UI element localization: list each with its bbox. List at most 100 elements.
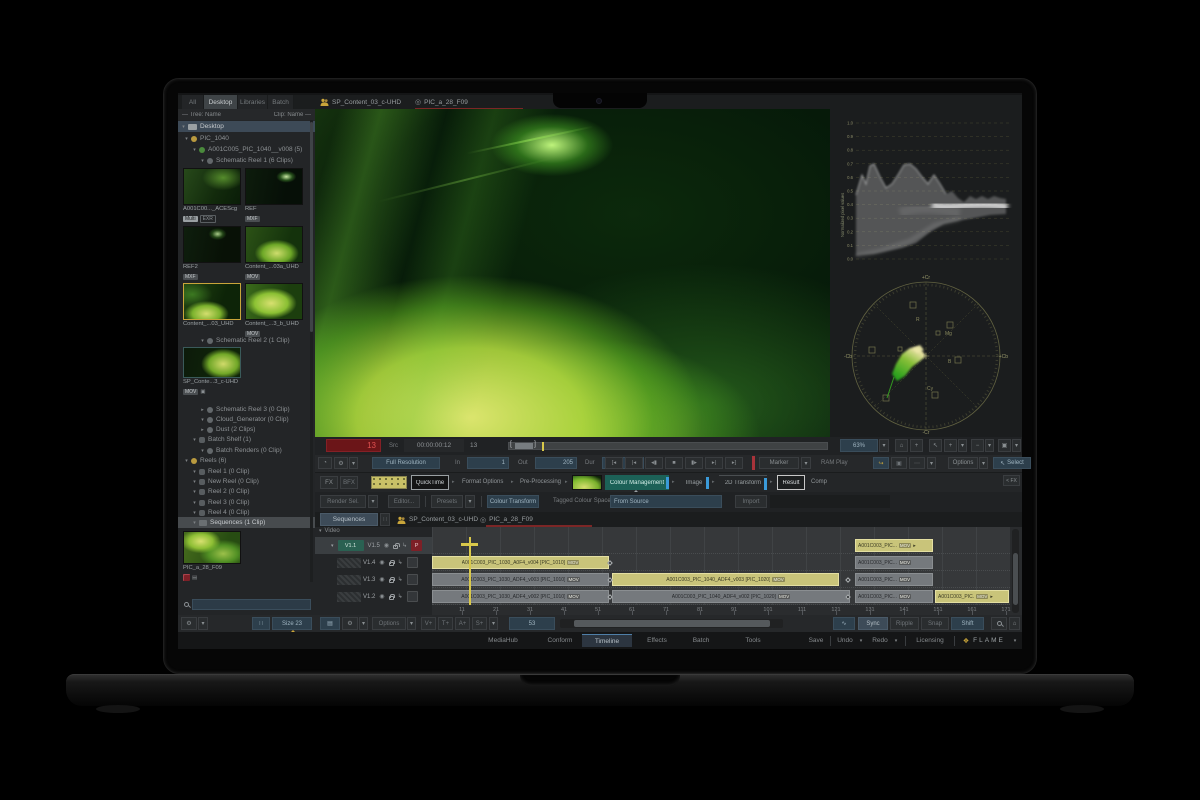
chevron-down-icon[interactable]: ▾ [199, 158, 206, 164]
tagged-colour-space-field[interactable]: From Source [610, 495, 722, 508]
sidebar-scrollbar[interactable] [310, 120, 313, 582]
clip-thumbnail-spcontent[interactable]: SP_Conte...3_c-UHD MOV ▣ [183, 347, 243, 396]
next-cut-button[interactable]: ▸| [705, 457, 723, 469]
fx-node-comp[interactable]: Comp [811, 479, 827, 485]
nav-effects[interactable]: Effects [640, 634, 674, 647]
primary-track-slot[interactable] [406, 574, 418, 585]
scrollbar-thumb[interactable] [1013, 553, 1018, 605]
in-field[interactable]: 1 [467, 457, 509, 469]
fx-node-preprocessing[interactable]: Pre-Processing [520, 479, 561, 485]
tree-item-desktop[interactable]: ▾ Desktop [178, 121, 315, 132]
sequences-button[interactable]: Sequences [320, 513, 378, 526]
primary-track-slot[interactable] [406, 557, 418, 568]
chevron-down-icon[interactable]: ▾ [331, 543, 334, 549]
timeline-clip[interactable]: A001C003_PIC... MOV [855, 590, 933, 603]
brand-dropdown[interactable]: ▾ [1010, 634, 1020, 647]
chevron-down-icon[interactable]: ▾ [199, 338, 206, 344]
clip-thumbnail-aces[interactable]: A001C00..._ACEScg Multi EXR [183, 168, 243, 223]
nav-timeline[interactable]: Timeline [582, 634, 632, 647]
timeline-tab-sp-content[interactable]: SP_Content_03_c-UHD [397, 513, 478, 527]
tab-desktop[interactable]: Desktop [204, 95, 238, 109]
playhead-handle[interactable] [461, 543, 478, 546]
editor-button[interactable]: Editor... [388, 495, 420, 508]
clip-thumbnail-pic-a-28[interactable]: PIC_a_28_F09 ▤ [183, 531, 243, 582]
nav-batch[interactable]: Batch [686, 634, 716, 647]
import-button[interactable]: Import [735, 495, 767, 508]
track-header-v15[interactable]: ▾ V1.1 V1.5 ◉ ↳ P [315, 537, 432, 554]
timeline-clip[interactable]: A001C003_PIC_1040_ADF4_v002 [PIC_1020] M… [612, 590, 850, 603]
previous-cut-button[interactable]: |◂ [625, 457, 643, 469]
timeline-clip[interactable]: A001C003_PIC. MOV ▸ [935, 590, 1009, 603]
zoom-counter-field[interactable]: 53 [509, 617, 555, 630]
follow-icon[interactable]: ↳ [398, 576, 403, 583]
render-selection-dropdown[interactable]: ▾ [368, 495, 378, 508]
timeline-clip[interactable]: A001C003_PIC_1030_A0F4_v004 [PIC_1010] M… [432, 556, 609, 569]
jump-start-button[interactable]: [◂ [605, 457, 623, 469]
timeline-home-button[interactable]: ⌂ [1009, 617, 1020, 630]
chevron-down-icon[interactable]: ▾ [183, 136, 190, 142]
redo-dropdown[interactable]: ▾ [892, 634, 900, 647]
chevron-down-icon[interactable]: ▾ [191, 147, 198, 153]
nav-tools[interactable]: Tools [738, 634, 768, 647]
options-dropdown[interactable]: ▾ [979, 457, 988, 469]
timeline-clip[interactable]: A001C003_PIC_1030_ADF4_v002 [PIC_1010] M… [432, 590, 609, 603]
crosshair-tool-button[interactable]: + [944, 439, 957, 452]
ram-play-label[interactable]: RAM Play [821, 460, 848, 466]
licensing-button[interactable]: Licensing [910, 634, 950, 647]
timeline-options-button[interactable]: Options [372, 617, 406, 630]
eye-icon[interactable]: ◉ [379, 593, 384, 600]
crosshair-dropdown[interactable]: ▾ [958, 439, 967, 452]
sync-button[interactable]: Sync [858, 617, 888, 630]
timeline-clip[interactable]: A001C003_PIC... MOV [855, 573, 933, 586]
tree-item-batch-shelf[interactable]: ▾ Batch Shelf (1) [178, 434, 315, 445]
thumbnail-size-button[interactable]: Size 23 [272, 617, 312, 630]
timeline-horizontal-scrollbar[interactable] [560, 619, 783, 628]
fx-node-quicktime[interactable]: QuickTime [411, 475, 449, 490]
current-version-badge[interactable]: V1.1 [337, 540, 364, 551]
chevron-down-icon[interactable]: ▾ [183, 458, 190, 464]
chevron-down-icon[interactable]: ▾ [191, 510, 198, 516]
chevron-right-icon[interactable]: ▸ [199, 427, 206, 433]
display-options-dropdown[interactable]: ▾ [927, 457, 936, 469]
stop-button[interactable]: ■ [665, 457, 683, 469]
primary-track-slot[interactable] [406, 591, 418, 602]
clip-thumbnail-content3b[interactable]: Content_...3_b_UHD MOV [245, 283, 305, 338]
current-frame-field[interactable]: 13 [326, 439, 381, 452]
chevron-down-icon[interactable]: ▾ [191, 489, 198, 495]
timeline-clip[interactable]: A001C003_PIC_1030_ADF4_v003 [PIC_1010] M… [432, 573, 609, 586]
snap-button[interactable]: Snap [921, 617, 949, 630]
viewer-image[interactable] [315, 109, 830, 437]
display-options-button[interactable]: ⋯ [909, 457, 925, 469]
options-button[interactable]: Options [948, 457, 978, 469]
chevron-down-icon[interactable]: ▾ [199, 417, 206, 423]
undo-button[interactable]: Undo [833, 634, 857, 647]
loop-mode-button[interactable]: ↪ [873, 457, 889, 469]
add-subtitle-track-button[interactable]: S+ [472, 617, 487, 630]
lock-icon[interactable] [388, 559, 396, 566]
chevron-down-icon[interactable]: ▾ [191, 479, 198, 485]
import-path-field[interactable] [770, 495, 890, 508]
clip-name-header[interactable]: Clip: Name — [274, 112, 311, 118]
source-timecode-field[interactable]: 00:00:00:12 [404, 439, 464, 452]
tree-item-pic-1040[interactable]: ▾ PIC_1040 [178, 133, 315, 144]
gear-dropdown[interactable]: ▾ [198, 617, 208, 630]
tab-libraries[interactable]: Libraries [238, 95, 268, 109]
pan-button[interactable]: + [910, 439, 923, 452]
viewer-tab-sp-content[interactable]: SP_Content_03_c-UHD [320, 95, 401, 109]
tree-item-schematic-reel-2[interactable]: ▾ Schematic Reel 2 (1 Clip) [178, 335, 315, 346]
tab-batch[interactable]: Batch [268, 95, 294, 109]
fx-node-colour-management[interactable]: Colour Management [605, 475, 669, 490]
presets-dropdown[interactable]: ▾ [465, 495, 475, 508]
eye-icon[interactable]: ◉ [379, 559, 384, 566]
clip-thumbnail-ref2[interactable]: REF2 MXF [183, 226, 243, 281]
add-text-track-button[interactable]: T+ [438, 617, 453, 630]
nav-conform[interactable]: Conform [542, 634, 578, 647]
track-view-button[interactable]: ▤ [320, 617, 340, 630]
timeline-search-button[interactable] [991, 617, 1007, 630]
marker-dropdown[interactable]: ▾ [801, 457, 811, 469]
chevron-down-icon[interactable]: ▾ [191, 520, 198, 526]
ripple-button[interactable]: Ripple [890, 617, 919, 630]
zoom-dropdown[interactable]: ▾ [879, 439, 889, 452]
scrub-playhead[interactable] [542, 442, 544, 451]
zoom-level-field[interactable]: 63% [840, 439, 878, 452]
